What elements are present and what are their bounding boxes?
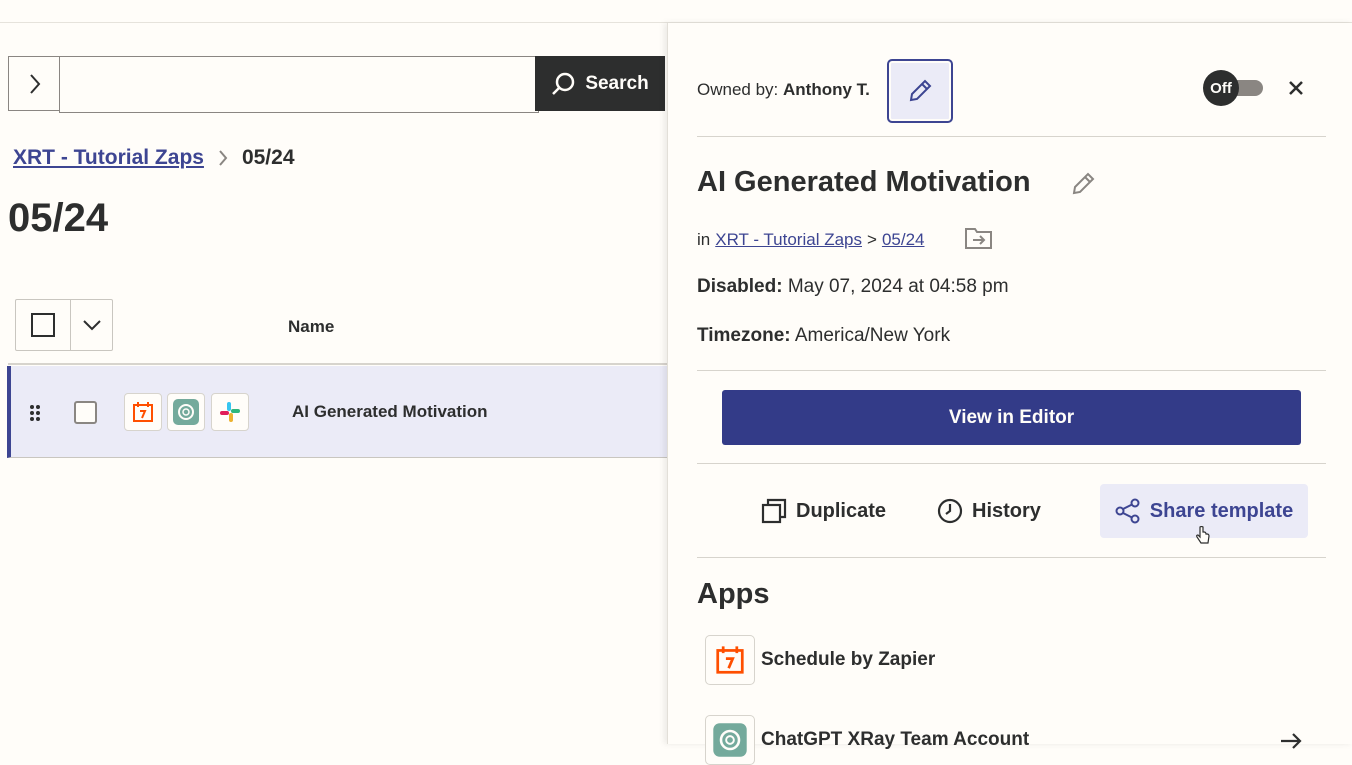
table-header-divider <box>8 363 667 365</box>
breadcrumb: XRT - Tutorial Zaps 05/24 <box>13 146 295 170</box>
zap-title: AI Generated Motivation <box>697 166 1031 198</box>
divider <box>697 136 1326 137</box>
chevron-down-icon <box>82 320 101 331</box>
hand-cursor-icon <box>1196 526 1210 544</box>
chatgpt-icon <box>167 393 205 431</box>
close-icon <box>1289 81 1303 95</box>
column-header-name[interactable]: Name <box>288 317 334 337</box>
toggle-knob: Off <box>1203 70 1239 106</box>
search-icon <box>552 72 575 95</box>
location-prefix: in <box>697 230 711 249</box>
pencil-icon <box>1072 172 1095 195</box>
disabled-value: May 07, 2024 at 04:58 pm <box>787 276 1009 297</box>
zap-details-panel: Owned by: Anthony T. Off AI Generated Mo… <box>667 23 1352 765</box>
edit-owner-button[interactable] <box>887 59 953 123</box>
owner-info: Owned by: Anthony T. <box>697 80 870 100</box>
checkbox-box <box>31 313 56 337</box>
chatgpt-icon <box>705 715 755 765</box>
schedule-icon <box>705 635 755 685</box>
search-bar: Search <box>8 56 665 113</box>
search-button-label: Search <box>585 72 649 94</box>
apps-heading: Apps <box>697 578 770 610</box>
app-name[interactable]: Schedule by Zapier <box>761 649 935 671</box>
drag-handle-icon[interactable] <box>29 404 41 422</box>
move-zap-button[interactable] <box>964 225 994 256</box>
breadcrumb-folder-link[interactable]: XRT - Tutorial Zaps <box>13 146 204 170</box>
duplicate-icon <box>761 498 787 524</box>
select-all-checkbox[interactable] <box>16 300 72 350</box>
top-bar <box>0 0 1352 23</box>
location-separator: > <box>867 230 877 249</box>
divider <box>697 557 1326 558</box>
location-subfolder-link[interactable]: 05/24 <box>882 230 925 250</box>
row-checkbox[interactable] <box>74 401 97 424</box>
history-label: History <box>972 499 1041 522</box>
duplicate-button[interactable]: Duplicate <box>761 484 886 538</box>
owner-label: Owned by: <box>697 80 779 99</box>
timezone-value: America/New York <box>794 325 951 346</box>
search-button[interactable]: Search <box>535 56 665 111</box>
owner-name: Anthony T. <box>783 80 870 99</box>
zap-name[interactable]: AI Generated Motivation <box>292 402 488 422</box>
move-folder-icon <box>965 228 992 249</box>
share-template-label: Share template <box>1149 499 1294 522</box>
table-row[interactable]: AI Generated Motivation <box>7 366 671 458</box>
app-name[interactable]: ChatGPT XRay Team Account <box>761 729 1029 751</box>
clock-icon <box>937 498 963 524</box>
schedule-icon <box>124 393 162 431</box>
bulk-select <box>15 299 113 351</box>
zap-status-toggle[interactable]: Off <box>1203 70 1265 106</box>
page-title: 05/24 <box>8 196 109 240</box>
timezone-info: Timezone: America/New York <box>697 325 950 347</box>
breadcrumb-current: 05/24 <box>241 146 295 169</box>
divider <box>697 463 1326 464</box>
arrow-right-icon[interactable] <box>1279 731 1303 751</box>
expand-filters-button[interactable] <box>8 56 60 111</box>
pencil-icon <box>909 79 932 102</box>
view-in-editor-button[interactable]: View in Editor <box>722 390 1301 445</box>
duplicate-label: Duplicate <box>796 499 887 522</box>
zap-list-pane: Search XRT - Tutorial Zaps 05/24 05/24 N… <box>0 23 671 744</box>
close-panel-button[interactable] <box>1287 79 1305 102</box>
location-folder-link[interactable]: XRT - Tutorial Zaps <box>715 230 862 250</box>
zap-location: in XRT - Tutorial Zaps > 05/24 <box>697 230 924 250</box>
disabled-info: Disabled: May 07, 2024 at 04:58 pm <box>697 276 1009 298</box>
bulk-select-dropdown[interactable] <box>71 300 112 350</box>
chevron-right-icon <box>219 150 228 166</box>
slack-icon <box>211 393 249 431</box>
divider <box>697 370 1326 371</box>
history-button[interactable]: History <box>937 484 1041 538</box>
share-icon <box>1115 498 1140 524</box>
disabled-label: Disabled: <box>697 276 783 297</box>
chevron-right-icon <box>29 73 40 94</box>
timezone-label: Timezone: <box>697 325 791 346</box>
edit-title-button[interactable] <box>1070 171 1096 202</box>
search-input[interactable] <box>59 56 539 113</box>
